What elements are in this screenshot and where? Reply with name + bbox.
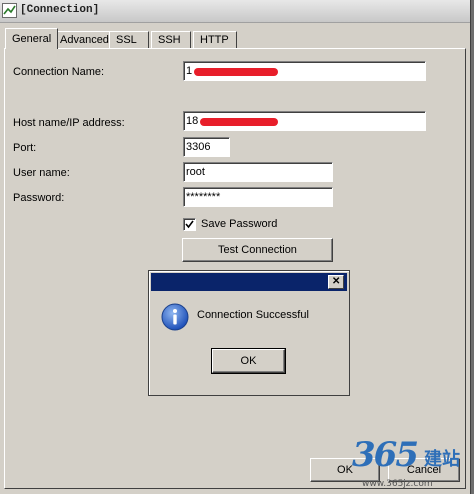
window-title: [Connection] bbox=[20, 4, 100, 16]
dialog-title-bar: ✕ bbox=[151, 273, 347, 291]
dialog-message: Connection Successful bbox=[197, 309, 309, 321]
title-bar[interactable]: [Connection] bbox=[0, 0, 470, 23]
port-value: 3306 bbox=[186, 141, 211, 153]
connection-window: [Connection] General Advanced SSL SSH HT… bbox=[0, 0, 471, 494]
site-watermark: 365 建站 www.365jz.com bbox=[352, 435, 472, 493]
tab-advanced[interactable]: Advanced bbox=[53, 31, 116, 48]
watermark-number: 365 bbox=[352, 435, 419, 475]
host-label: Host name/IP address: bbox=[13, 117, 125, 129]
check-icon bbox=[185, 220, 194, 229]
host-field[interactable]: 18 bbox=[183, 111, 426, 131]
host-value: 18 bbox=[186, 115, 199, 127]
tab-ssl[interactable]: SSL bbox=[109, 31, 149, 48]
password-label: Password: bbox=[13, 192, 65, 204]
connection-name-field[interactable]: 1 bbox=[183, 61, 426, 81]
dialog-close-button[interactable]: ✕ bbox=[328, 275, 344, 289]
redaction-mark bbox=[200, 118, 278, 126]
user-field[interactable]: root bbox=[183, 162, 333, 182]
tab-http[interactable]: HTTP bbox=[193, 31, 237, 48]
password-value: ******** bbox=[186, 191, 221, 203]
save-password-label: Save Password bbox=[201, 218, 278, 230]
password-field[interactable]: ******** bbox=[183, 187, 333, 207]
tab-general[interactable]: General bbox=[5, 28, 59, 49]
test-connection-button[interactable]: Test Connection bbox=[182, 238, 333, 262]
user-value: root bbox=[186, 166, 205, 178]
close-icon: ✕ bbox=[332, 276, 341, 287]
connection-successful-dialog: ✕ Connection Successful OK bbox=[148, 270, 350, 396]
tab-ssh[interactable]: SSH bbox=[151, 31, 191, 48]
redaction-mark bbox=[194, 68, 278, 76]
user-label: User name: bbox=[13, 167, 70, 179]
connection-name-value: 1 bbox=[186, 65, 193, 77]
info-icon bbox=[161, 303, 189, 331]
watermark-url: www.365jz.com bbox=[362, 479, 433, 489]
connection-name-label: Connection Name: bbox=[13, 66, 105, 78]
save-password-checkbox[interactable] bbox=[183, 218, 196, 231]
connection-icon bbox=[2, 3, 17, 18]
dialog-ok-button[interactable]: OK bbox=[211, 348, 286, 374]
port-field[interactable]: 3306 bbox=[183, 137, 230, 157]
watermark-chinese: 建站 bbox=[424, 449, 460, 470]
port-label: Port: bbox=[13, 142, 37, 154]
